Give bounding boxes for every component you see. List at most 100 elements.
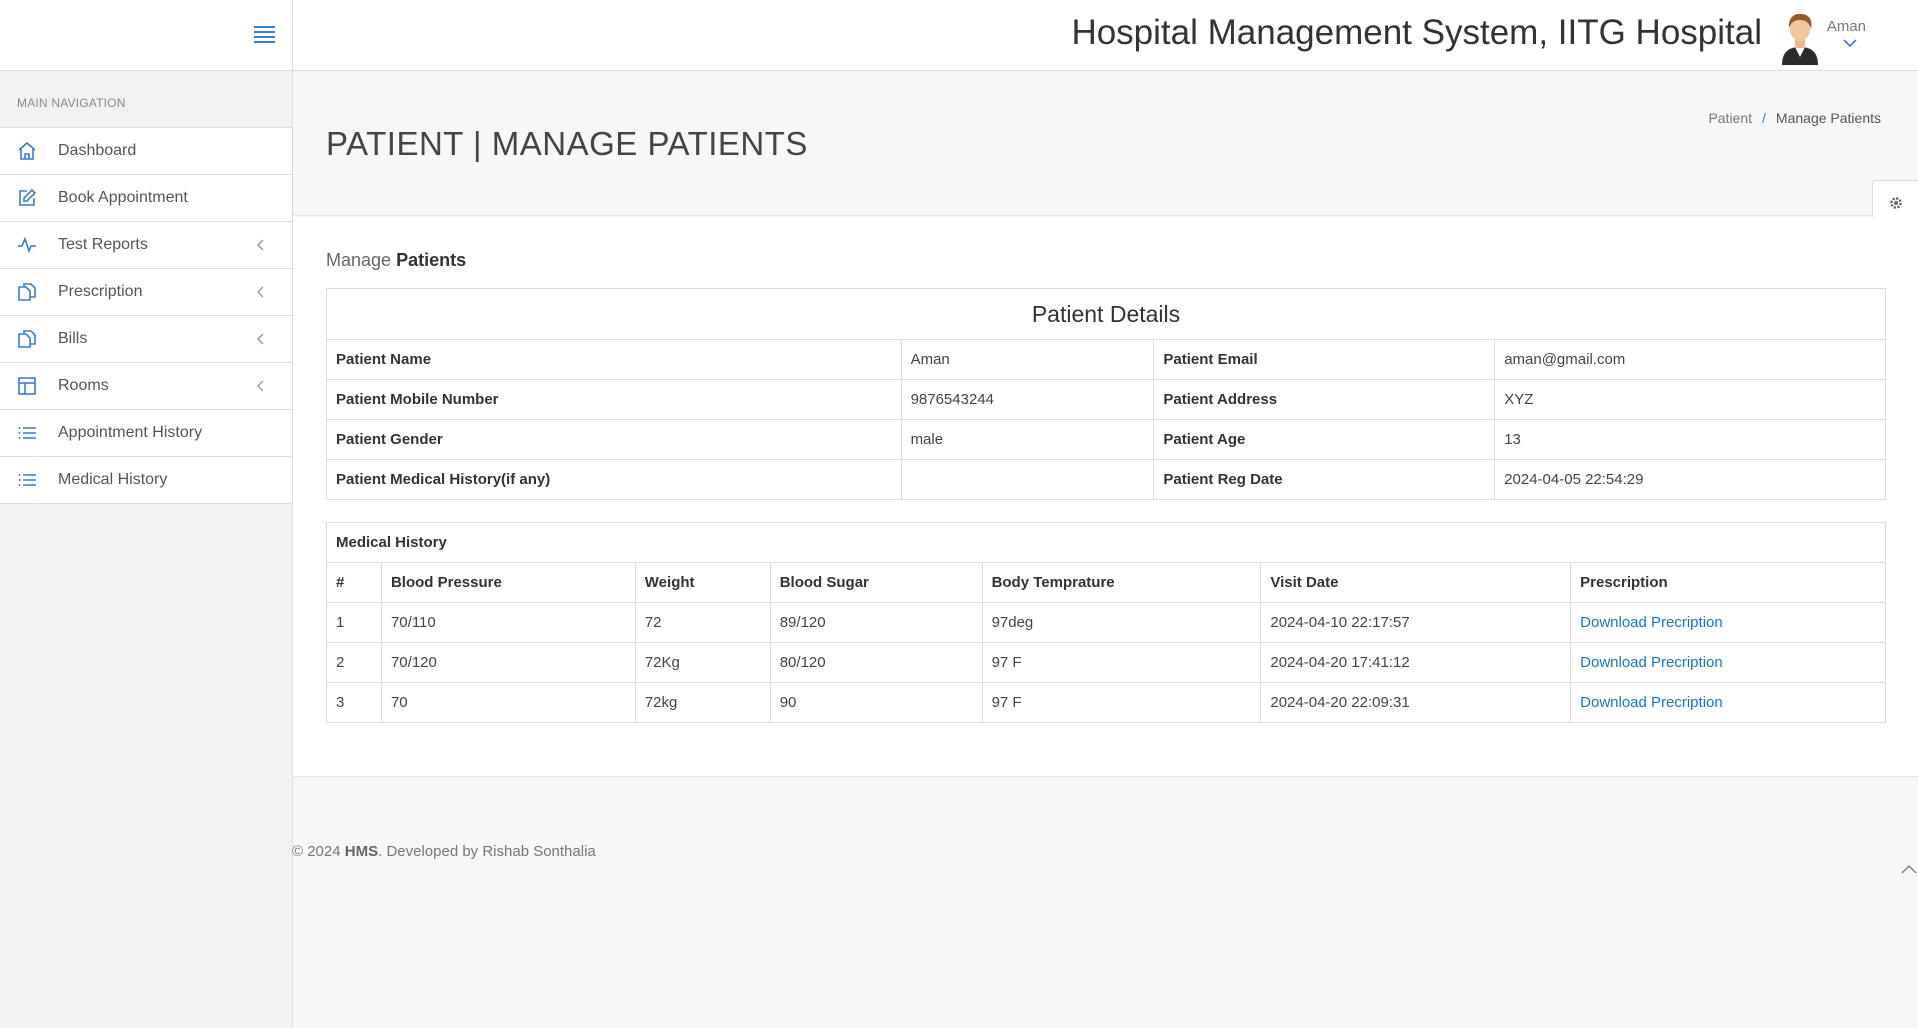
cell-body-temperature: 97 F	[981, 642, 1262, 683]
cell-blood-pressure: 70/120	[380, 642, 636, 683]
chevron-left-icon	[257, 239, 264, 251]
sidebar-item-appointment-history[interactable]: Appointment History	[0, 410, 292, 457]
cell-index: 1	[326, 602, 382, 643]
download-prescription-link[interactable]: Download Precription	[1580, 694, 1723, 711]
breadcrumb-patient[interactable]: Patient	[1708, 110, 1752, 126]
avatar[interactable]	[1776, 9, 1824, 65]
page-title: PATIENT | MANAGE PATIENTS	[326, 125, 808, 162]
app-title: Hospital Management System, IITG Hospita…	[1071, 13, 1762, 52]
chevron-left-icon	[257, 286, 264, 298]
cell-body-temperature: 97deg	[981, 602, 1262, 643]
table-header-row: # Blood Pressure Weight Blood Sugar Body…	[326, 562, 1886, 603]
edit-icon	[15, 186, 39, 210]
table-row: 2 70/120 72Kg 80/120 97 F 2024-04-20 17:…	[326, 642, 1886, 683]
page-header: PATIENT | MANAGE PATIENTS Patient / Manage…	[293, 72, 1918, 216]
footer-brand: HMS	[344, 843, 379, 860]
sidebar-item-rooms[interactable]: Rooms	[0, 363, 292, 410]
detail-value: XYZ	[1494, 379, 1886, 420]
sidebar-item-medical-history[interactable]: Medical History	[0, 457, 292, 504]
section-title-prefix: Manage	[326, 250, 392, 270]
breadcrumb: Patient / Manage Patients	[1708, 110, 1881, 126]
table-row: Patient Medical History(if any) Patient …	[326, 459, 1886, 500]
detail-label: Patient Reg Date	[1153, 459, 1496, 500]
list-icon	[15, 468, 39, 492]
cell-blood-sugar: 90	[769, 682, 983, 723]
column-header: Weight	[634, 562, 771, 603]
scroll-to-top-icon[interactable]	[1900, 860, 1918, 878]
footer: © 2024 HMS. Developed by Rishab Sonthali…	[292, 843, 596, 860]
cell-blood-sugar: 89/120	[769, 602, 983, 643]
cell-body-temperature: 97 F	[981, 682, 1262, 723]
cell-index: 2	[326, 642, 382, 683]
patient-details-caption: Patient Details	[326, 288, 1886, 340]
column-header: Blood Pressure	[380, 562, 636, 603]
detail-label: Patient Mobile Number	[326, 379, 902, 420]
detail-value: 2024-04-05 22:54:29	[1494, 459, 1886, 500]
gear-icon	[1889, 197, 1902, 209]
footer-developer: . Developed by Rishab Sonthalia	[378, 843, 596, 860]
cell-visit-date: 2024-04-10 22:17:57	[1260, 602, 1572, 643]
sidebar-item-label: Rooms	[58, 377, 109, 394]
sidebar-item-bills[interactable]: Bills	[0, 316, 292, 363]
detail-label: Patient Age	[1153, 419, 1496, 460]
column-header: Visit Date	[1260, 562, 1572, 603]
footer-copyright: © 2024	[292, 843, 345, 860]
download-prescription-link[interactable]: Download Precription	[1580, 614, 1723, 631]
cell-visit-date: 2024-04-20 22:09:31	[1260, 682, 1572, 723]
sidebar-item-dashboard[interactable]: Dashboard	[0, 128, 292, 175]
detail-value: 9876543244	[900, 379, 1155, 420]
breadcrumb-separator: /	[1762, 110, 1766, 126]
cell-visit-date: 2024-04-20 17:41:12	[1260, 642, 1572, 683]
sidebar-header	[0, 0, 292, 71]
sidebar-item-test-reports[interactable]: Test Reports	[0, 222, 292, 269]
detail-label: Patient Name	[326, 339, 902, 380]
detail-value: male	[900, 419, 1155, 460]
sidebar-item-label: Dashboard	[58, 142, 137, 159]
download-prescription-link[interactable]: Download Precription	[1580, 654, 1723, 671]
cell-weight: 72kg	[634, 682, 771, 723]
list-icon	[15, 421, 39, 445]
pulse-icon	[15, 233, 39, 257]
chevron-down-icon[interactable]	[1842, 38, 1858, 48]
menu-toggle-icon[interactable]	[254, 26, 275, 44]
detail-value	[900, 459, 1155, 500]
patient-details-table: Patient Details Patient Name Aman Patien…	[326, 288, 1886, 500]
cell-blood-sugar: 80/120	[769, 642, 983, 683]
breadcrumb-current: Manage Patients	[1775, 110, 1881, 126]
sidebar-item-label: Medical History	[58, 471, 168, 488]
sidebar-item-label: Book Appointment	[58, 189, 188, 206]
main-content: Manage Patients Patient Details Patient …	[293, 217, 1918, 777]
cell-weight: 72	[634, 602, 771, 643]
cell-blood-pressure: 70	[380, 682, 636, 723]
chevron-left-icon	[257, 333, 264, 345]
column-header: Prescription	[1570, 562, 1886, 603]
detail-label: Patient Address	[1153, 379, 1496, 420]
sidebar-item-book-appointment[interactable]: Book Appointment	[0, 175, 292, 222]
sidebar-item-prescription[interactable]: Prescription	[0, 269, 292, 316]
cell-prescription: Download Precription	[1570, 602, 1886, 643]
detail-value: 13	[1494, 419, 1886, 460]
cell-prescription: Download Precription	[1570, 642, 1886, 683]
chevron-left-icon	[257, 380, 264, 392]
files-icon	[15, 327, 39, 351]
main-navigation: Dashboard Book Appointment Test Reports …	[0, 127, 292, 504]
top-header: Hospital Management System, IITG Hospita…	[293, 0, 1918, 71]
sidebar: MAIN NAVIGATION Dashboard Book Appointme…	[0, 0, 293, 1028]
detail-value: Aman	[900, 339, 1155, 380]
detail-label: Patient Gender	[326, 419, 902, 460]
section-title-bold: Patients	[396, 250, 467, 270]
table-row: 1 70/110 72 89/120 97deg 2024-04-10 22:1…	[326, 602, 1886, 643]
column-header: Blood Sugar	[769, 562, 983, 603]
cell-blood-pressure: 70/110	[380, 602, 636, 643]
table-row: 3 70 72kg 90 97 F 2024-04-20 22:09:31 Do…	[326, 682, 1886, 723]
detail-label: Patient Email	[1153, 339, 1496, 380]
cell-index: 3	[326, 682, 382, 723]
sidebar-item-label: Appointment History	[58, 424, 203, 441]
nav-section-title: MAIN NAVIGATION	[17, 96, 126, 110]
column-header: #	[326, 562, 382, 603]
detail-label: Patient Medical History(if any)	[326, 459, 902, 500]
user-name[interactable]: Aman	[1827, 18, 1866, 35]
home-icon	[15, 139, 39, 163]
medical-history-caption: Medical History	[326, 522, 1886, 563]
column-header: Body Temprature	[981, 562, 1262, 603]
